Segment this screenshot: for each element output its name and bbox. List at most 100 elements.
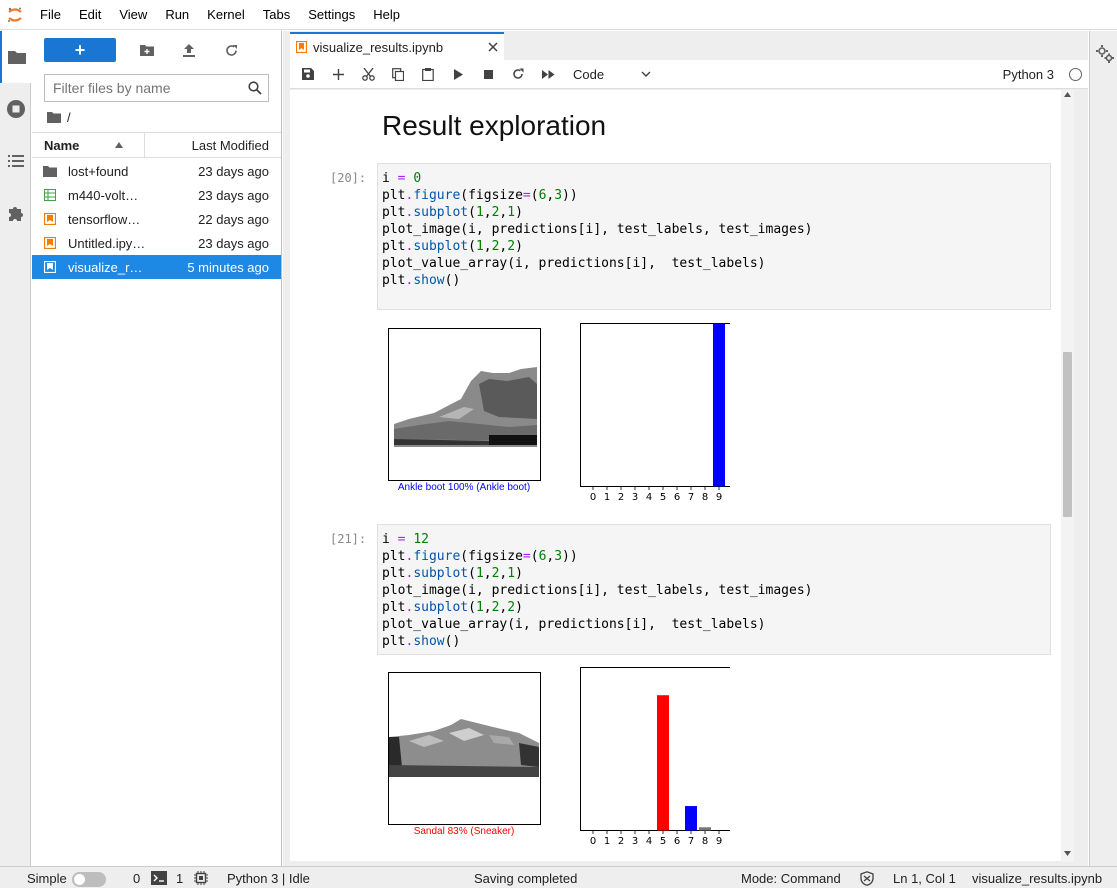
file-item-lost-found[interactable]: lost+found 23 days ago xyxy=(32,159,281,183)
search-icon xyxy=(242,81,268,95)
breadcrumb-root[interactable]: / xyxy=(67,110,71,125)
notebook-icon xyxy=(32,261,68,273)
terminal-count[interactable]: 0 xyxy=(133,871,140,886)
document-tab-bar: visualize_results.ipynb xyxy=(283,31,1088,60)
menu-run[interactable]: Run xyxy=(156,0,198,30)
code-line: plt.subplot(1,2,2) xyxy=(382,600,523,615)
file-browser-tab-icon[interactable] xyxy=(0,31,31,83)
refresh-icon[interactable] xyxy=(210,38,252,62)
scroll-down-arrow-icon[interactable] xyxy=(1064,851,1071,856)
code-cell-editor[interactable]: i = 0 plt.figure(figsize=(6,3)) plt.subp… xyxy=(377,163,1051,310)
close-tab-icon[interactable] xyxy=(488,42,498,52)
bar-8 xyxy=(699,827,711,831)
sneaker-image xyxy=(388,672,541,825)
bar-5 xyxy=(657,695,669,831)
notebook-panel: Result exploration [20]: i = 0 plt.figur… xyxy=(290,90,1061,861)
code-line: plt.show() xyxy=(382,634,461,649)
file-item-m440[interactable]: m440-volt… 23 days ago xyxy=(32,183,281,207)
save-icon[interactable] xyxy=(293,60,323,88)
file-browser-panel: + / Name Last Modified xyxy=(32,31,282,866)
x-tick-label: 9 xyxy=(716,836,722,847)
restart-icon[interactable] xyxy=(503,60,533,88)
extension-manager-icon[interactable] xyxy=(0,187,31,239)
menu-bar: File Edit View Run Kernel Tabs Settings … xyxy=(0,0,1117,30)
x-tick-label: 9 xyxy=(716,492,722,503)
home-folder-icon[interactable] xyxy=(47,111,61,123)
prediction-bar-chart: 0123456789 xyxy=(570,667,733,855)
save-status: Saving completed xyxy=(474,871,578,886)
x-tick-label: 1 xyxy=(604,836,610,847)
menu-kernel[interactable]: Kernel xyxy=(198,0,254,30)
code-line: plt.show() xyxy=(382,273,461,288)
current-file-name: visualize_results.ipynb xyxy=(972,871,1103,886)
run-icon[interactable] xyxy=(443,60,473,88)
sort-by-name-header[interactable]: Name xyxy=(32,133,145,157)
code-line: plot_value_array(i, predictions[i], test… xyxy=(382,617,766,632)
notebook-icon xyxy=(296,41,307,53)
prediction-caption-text: Ankle boot 100% (Ankle boot) xyxy=(397,482,531,493)
new-folder-icon[interactable] xyxy=(126,38,168,62)
running-sessions-icon[interactable] xyxy=(0,83,31,135)
upload-icon[interactable] xyxy=(168,38,210,62)
menu-settings[interactable]: Settings xyxy=(299,0,364,30)
bar-9 xyxy=(713,323,725,487)
sort-by-modified-header[interactable]: Last Modified xyxy=(145,138,281,153)
insert-cell-icon[interactable] xyxy=(323,60,353,88)
copy-icon[interactable] xyxy=(383,60,413,88)
file-item-visualize-results[interactable]: visualize_r… 5 minutes ago xyxy=(32,255,281,279)
x-tick-label: 8 xyxy=(702,836,708,847)
menu-view[interactable]: View xyxy=(110,0,156,30)
tab-visualize-results[interactable]: visualize_results.ipynb xyxy=(290,32,504,60)
kernel-count[interactable]: 1 xyxy=(176,871,183,886)
notebook-scrollbar[interactable] xyxy=(1061,90,1074,862)
cut-icon[interactable] xyxy=(353,60,383,88)
menu-edit[interactable]: Edit xyxy=(70,0,110,30)
cell-type-select[interactable]: Code xyxy=(573,67,651,82)
property-inspector-icon[interactable] xyxy=(1096,45,1114,66)
kernel-chip-icon[interactable] xyxy=(194,871,208,885)
notebook-toolbar: Code Python 3 xyxy=(290,60,1088,89)
new-launcher-button[interactable]: + xyxy=(44,38,116,62)
code-line: plt.figure(figsize=(6,3)) xyxy=(382,188,578,203)
notebook-mode[interactable]: Mode: Command xyxy=(741,871,841,886)
x-tick-label: 5 xyxy=(660,836,666,847)
bar-7 xyxy=(685,806,697,831)
file-name: tensorflow… xyxy=(68,211,141,227)
name-column-label: Name xyxy=(44,137,80,153)
x-tick-label: 8 xyxy=(702,492,708,503)
file-modified: 5 minutes ago xyxy=(187,259,269,275)
trusted-shield-icon[interactable] xyxy=(860,871,874,886)
plot-frame xyxy=(580,323,733,487)
stop-icon[interactable] xyxy=(473,60,503,88)
notebook-icon xyxy=(32,213,68,225)
cursor-position[interactable]: Ln 1, Col 1 xyxy=(893,871,956,886)
fast-forward-icon[interactable] xyxy=(533,60,563,88)
kernel-state[interactable]: Python 3 | Idle xyxy=(227,871,310,886)
file-filter-input[interactable] xyxy=(45,80,242,96)
menu-help[interactable]: Help xyxy=(364,0,409,30)
prediction-bar-chart: 0123456789 xyxy=(570,323,733,511)
file-name: m440-volt… xyxy=(68,187,139,203)
file-filter-field[interactable] xyxy=(44,74,269,102)
paste-icon[interactable] xyxy=(413,60,443,88)
file-name: Untitled.ipy… xyxy=(68,235,146,251)
file-modified: 23 days ago xyxy=(198,163,269,179)
file-list-header: Name Last Modified xyxy=(32,132,281,158)
code-line: plot_value_array(i, predictions[i], test… xyxy=(382,256,766,271)
menu-tabs[interactable]: Tabs xyxy=(254,0,299,30)
scroll-up-arrow-icon[interactable] xyxy=(1064,92,1071,97)
code-line: plot_image(i, predictions[i], test_label… xyxy=(382,222,813,237)
x-tick-label: 4 xyxy=(646,492,652,503)
file-item-tensorflow[interactable]: tensorflow… 22 days ago xyxy=(32,207,281,231)
menu-file[interactable]: File xyxy=(31,0,70,30)
file-item-untitled[interactable]: Untitled.ipy… 23 days ago xyxy=(32,231,281,255)
simple-mode-toggle[interactable] xyxy=(72,872,106,887)
chevron-down-icon xyxy=(641,71,651,77)
right-sidebar xyxy=(1089,31,1117,866)
terminal-icon[interactable] xyxy=(151,871,167,885)
left-activity-bar xyxy=(0,31,31,866)
kernel-name[interactable]: Python 3 xyxy=(1003,67,1054,82)
scrollbar-thumb[interactable] xyxy=(1063,352,1072,517)
table-of-contents-icon[interactable] xyxy=(0,135,31,187)
code-cell-editor[interactable]: i = 12 plt.figure(figsize=(6,3)) plt.sub… xyxy=(377,524,1051,655)
